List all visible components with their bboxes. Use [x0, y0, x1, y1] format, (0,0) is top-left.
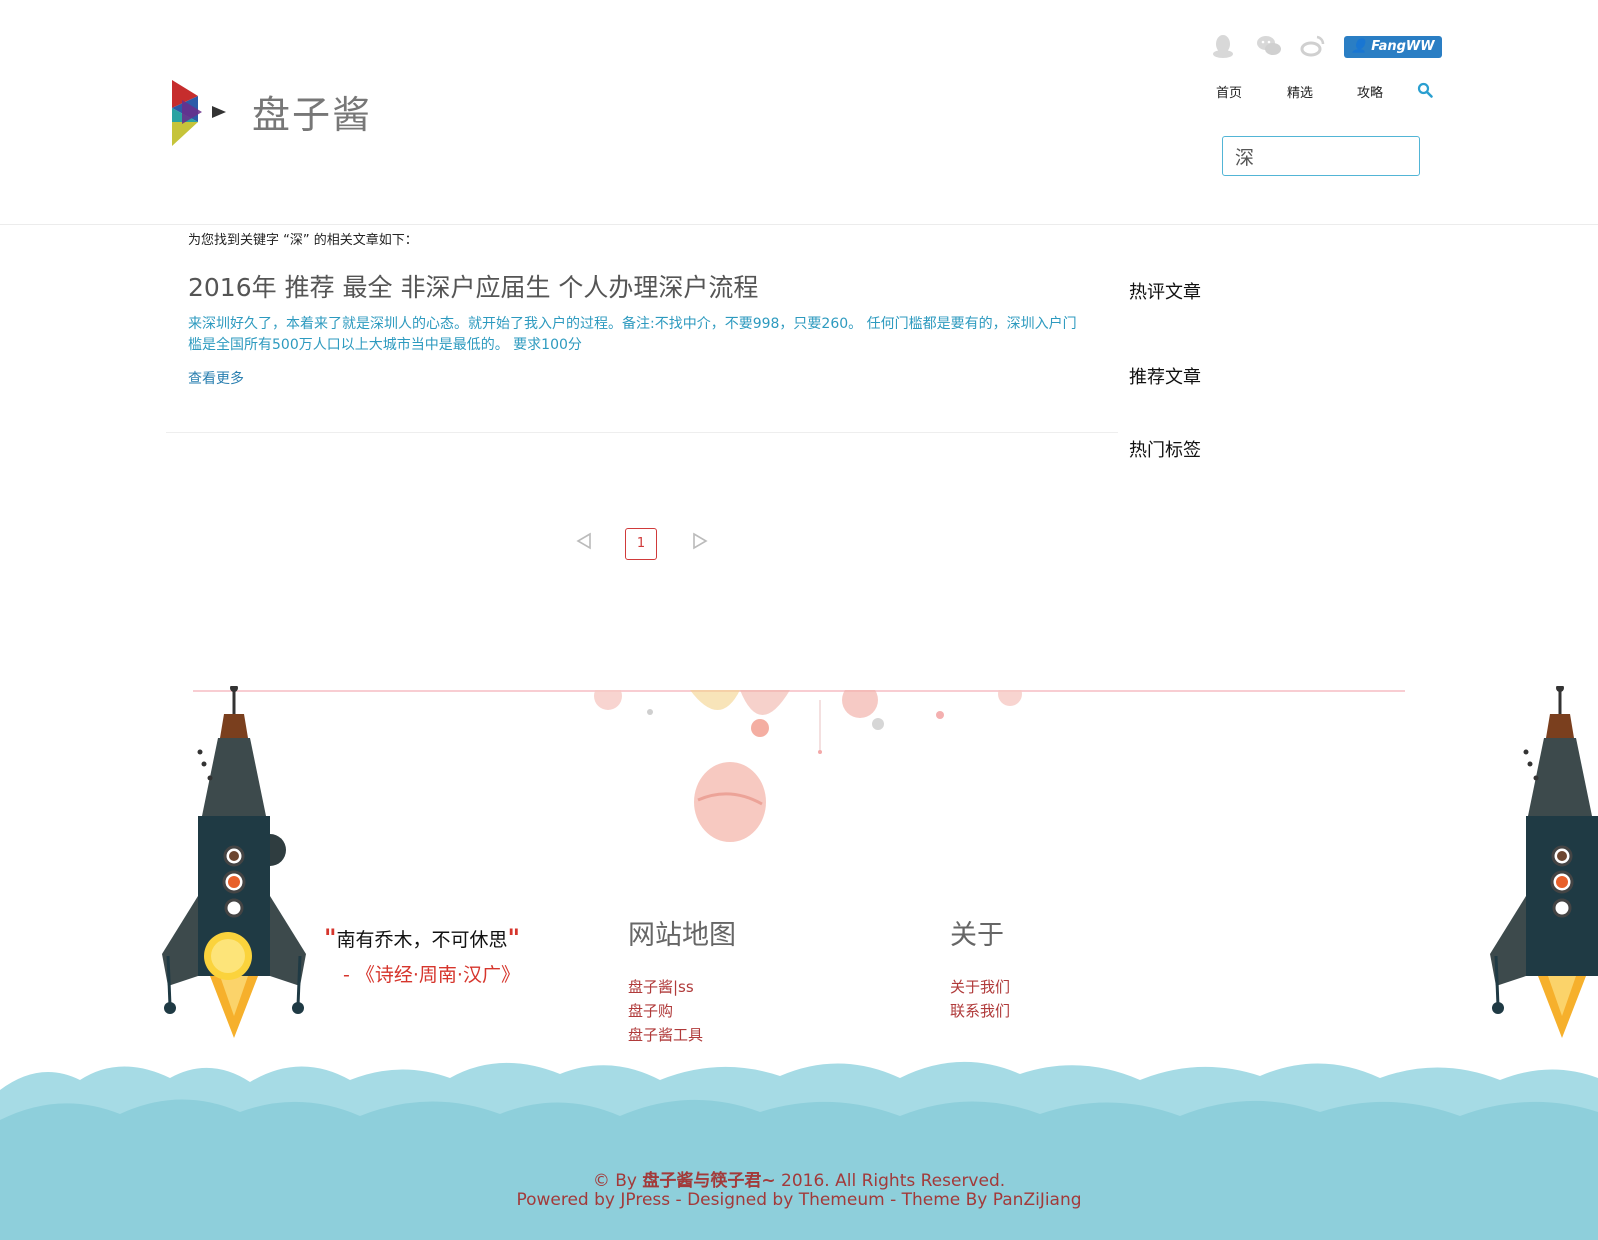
- read-more-link[interactable]: 查看更多: [188, 368, 244, 388]
- copyright-owner-link[interactable]: 盘子酱与筷子君~: [642, 1171, 775, 1191]
- sidebar-heading-hot-tags: 热门标签: [1129, 440, 1201, 461]
- nav-home[interactable]: 首页: [1216, 82, 1242, 101]
- quote-open-mark: ": [324, 924, 337, 952]
- footer-link-about-us[interactable]: 关于我们: [950, 976, 1010, 997]
- weibo-icon[interactable]: [1300, 33, 1326, 59]
- article-title[interactable]: 2016年 推荐 最全 非深户应届生 个人办理深户流程: [188, 268, 758, 304]
- quote-body: 南有乔木，不可休思: [336, 929, 508, 951]
- footer-clouds-image: [0, 1061, 1598, 1240]
- search-icon[interactable]: [1417, 82, 1433, 98]
- rocket-left-image: [162, 686, 306, 1038]
- footer-link-shop[interactable]: 盘子购: [628, 1000, 673, 1021]
- copyright-prefix: © By: [592, 1171, 637, 1191]
- footer-link-tools[interactable]: 盘子酱工具: [628, 1024, 703, 1045]
- user-badge[interactable]: 👤 FangWW: [1344, 36, 1442, 58]
- search-input[interactable]: [1222, 136, 1420, 176]
- footer-copyright: © By 盘子酱与筷子君~ 2016. All Rights Reserved.: [0, 1166, 1598, 1191]
- search-result-note: 为您找到关键字 “深” 的相关文章如下：: [188, 233, 418, 248]
- pagination-current-page[interactable]: 1: [625, 528, 657, 560]
- site-title[interactable]: 盘子酱: [252, 84, 372, 139]
- user-name: FangWW: [1371, 39, 1435, 54]
- nav-featured[interactable]: 精选: [1287, 82, 1313, 101]
- site-logo-icon[interactable]: [168, 78, 248, 148]
- footer-decoration-image: [594, 690, 1022, 842]
- footer-about-title: 关于: [950, 920, 1004, 951]
- pagination-next-icon[interactable]: [692, 532, 708, 550]
- quote-close-mark: ": [507, 924, 521, 952]
- wechat-icon[interactable]: [1256, 33, 1282, 59]
- copyright-suffix: 2016. All Rights Reserved.: [781, 1171, 1006, 1191]
- footer-powered-by: Powered by JPress - Designed by Themeum …: [516, 1190, 1082, 1210]
- footer-quote: "南有乔木，不可休思": [324, 924, 520, 952]
- footer-quote-source: - 《诗经·周南·汉广》: [343, 964, 520, 986]
- qq-icon[interactable]: [1210, 33, 1236, 59]
- sidebar-heading-recommended: 推荐文章: [1129, 367, 1201, 388]
- site-header: 盘子酱 👤 FangWW 首页 精选 攻略: [0, 0, 1598, 225]
- content-divider: [166, 432, 1118, 433]
- user-icon: 👤: [1351, 39, 1368, 54]
- pagination-prev-icon[interactable]: [576, 532, 592, 550]
- sidebar-heading-hot-comments: 热评文章: [1129, 282, 1201, 303]
- footer-link-contact-us[interactable]: 联系我们: [950, 1000, 1010, 1021]
- article-excerpt: 来深圳好久了，本着来了就是深圳人的心态。就开始了我入户的过程。备注:不找中介，不…: [188, 316, 1077, 353]
- footer-link-ss[interactable]: 盘子酱|ss: [628, 976, 694, 997]
- nav-guides[interactable]: 攻略: [1357, 82, 1383, 101]
- footer-sitemap-title: 网站地图: [628, 920, 736, 951]
- rocket-right-image: [1490, 686, 1598, 1038]
